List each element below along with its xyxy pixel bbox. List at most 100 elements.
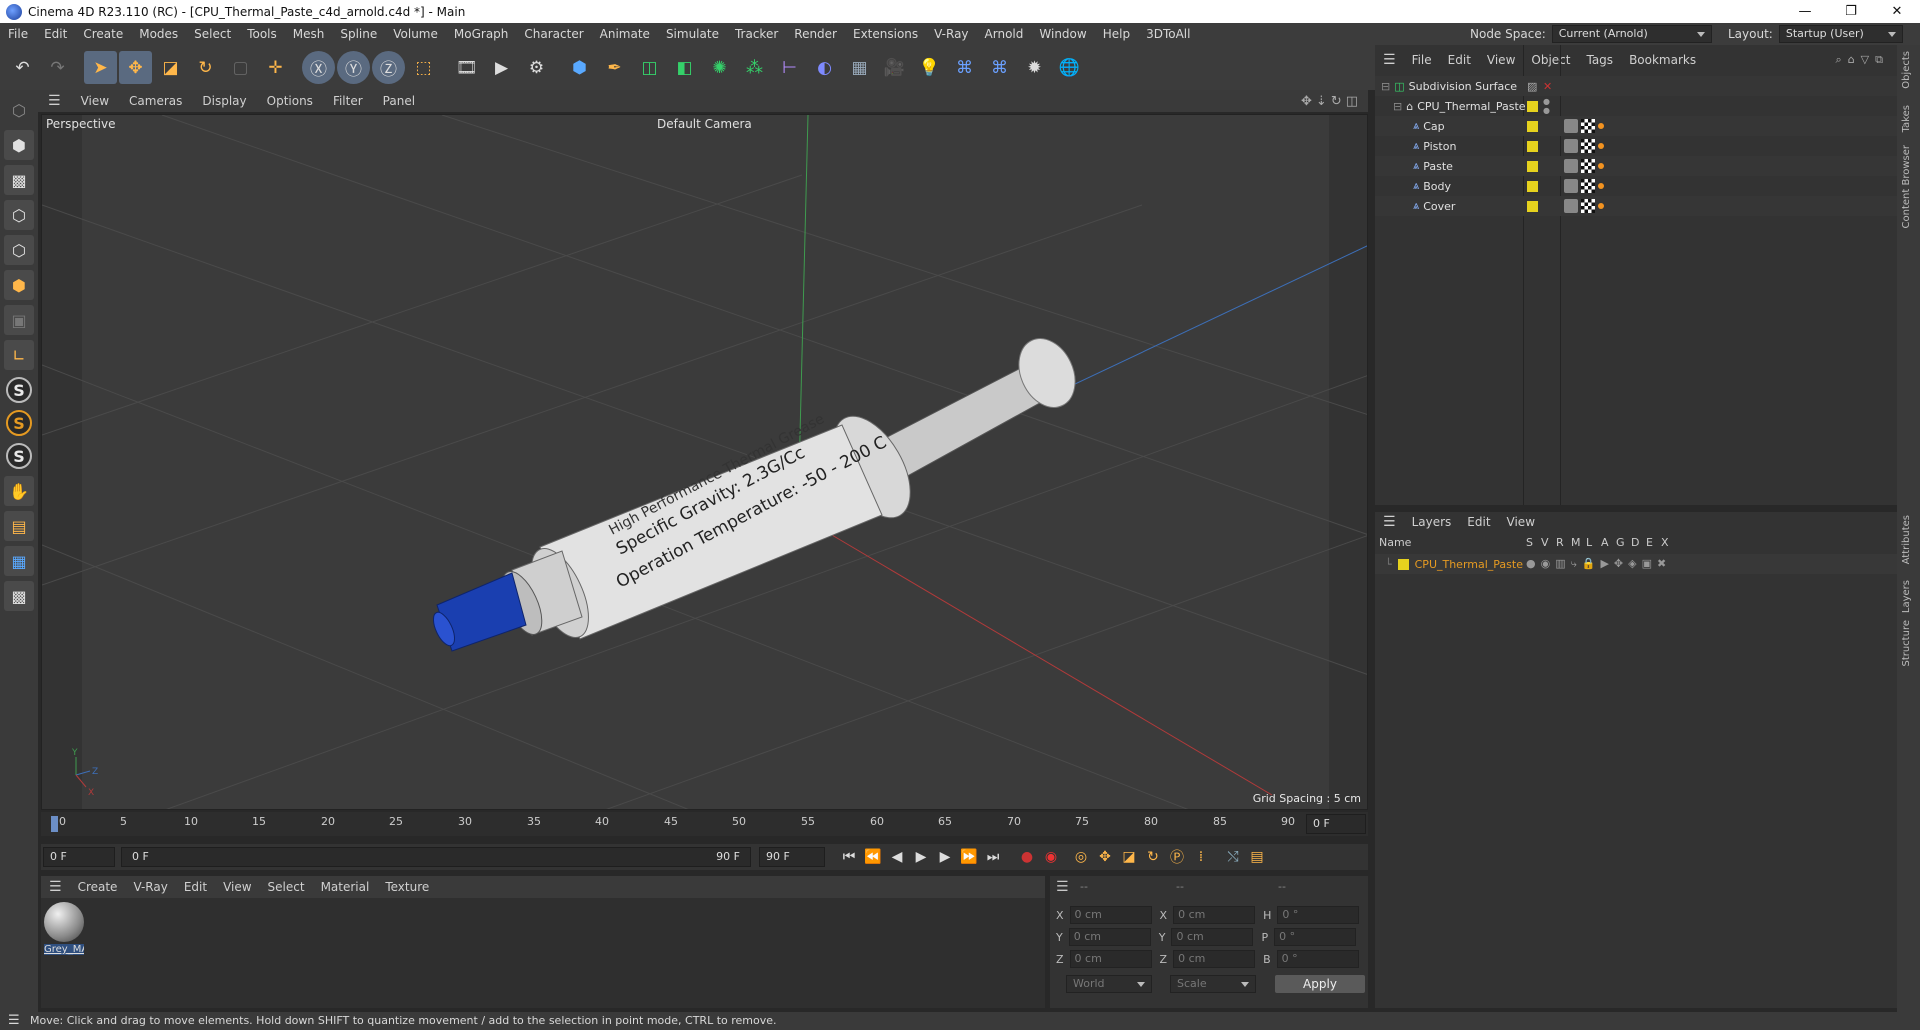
object-row[interactable]: ⊟ ⌂ CPU_Thermal_Paste ● ●	[1375, 96, 1897, 116]
layer-color-tag[interactable]	[1527, 140, 1538, 152]
layer-toggle-icons[interactable]: ●◉▥⤷🔒▶✥◈▣✖	[1526, 557, 1671, 571]
material-swatch[interactable]: Grey_MA	[44, 902, 86, 958]
key-position-icon[interactable]: ◎	[1069, 846, 1093, 868]
object-menu-view[interactable]: View	[1479, 53, 1523, 67]
tab-attributes[interactable]: Attributes	[1901, 515, 1912, 564]
menu-animate[interactable]: Animate	[592, 23, 658, 45]
polygon-mode-icon[interactable]: ⬢	[4, 270, 34, 300]
size-x-field[interactable]: 0 cm	[1173, 906, 1256, 924]
material-tags[interactable]	[1564, 179, 1604, 193]
key-param-icon[interactable]: Ⓟ	[1165, 846, 1189, 868]
viewport-menu-panel[interactable]: Panel	[373, 94, 425, 108]
layer-color-swatch[interactable]	[1397, 558, 1409, 570]
tweak-mode-icon[interactable]: ✋	[4, 476, 34, 506]
menu-tools[interactable]: Tools	[239, 23, 285, 45]
menu-3dtoall[interactable]: 3DToAll	[1138, 23, 1198, 45]
object-row[interactable]: ⩓ Piston	[1375, 136, 1897, 156]
python-script-icon[interactable]: ⌘	[948, 51, 981, 84]
layer-color-tag[interactable]	[1527, 100, 1538, 112]
hamburger-menu-icon[interactable]: ☰	[41, 879, 70, 895]
light-icon[interactable]: 💡	[913, 51, 946, 84]
material-menu-texture[interactable]: Texture	[377, 880, 437, 894]
viewport-menu-cameras[interactable]: Cameras	[119, 94, 192, 108]
hamburger-menu-icon[interactable]: ☰	[1056, 879, 1069, 895]
menu-mesh[interactable]: Mesh	[285, 23, 333, 45]
z-axis-lock-icon[interactable]: Ⓩ	[372, 51, 405, 84]
auto-keying-icon[interactable]: ◉	[1039, 846, 1063, 868]
render-view-icon[interactable]: 🎞	[450, 51, 483, 84]
menu-render[interactable]: Render	[786, 23, 845, 45]
deformer-icon[interactable]: ⊢	[773, 51, 806, 84]
object-row[interactable]: ⩓ Paste	[1375, 156, 1897, 176]
texture-mode-icon[interactable]: ▩	[4, 165, 34, 195]
layer-color-tag[interactable]	[1527, 120, 1538, 132]
material-menu-edit[interactable]: Edit	[176, 880, 215, 894]
material-menu-vray[interactable]: V-Ray	[125, 880, 175, 894]
layer-menu-view[interactable]: View	[1499, 515, 1543, 529]
menu-tracker[interactable]: Tracker	[727, 23, 786, 45]
sculpt-icon[interactable]: ▩	[4, 581, 34, 611]
3d-viewport[interactable]: High Performance Thermal Grease Specific…	[41, 114, 1368, 810]
object-row[interactable]: ⩓ Cap	[1375, 116, 1897, 136]
material-tags[interactable]	[1564, 139, 1604, 153]
material-menu-select[interactable]: Select	[260, 880, 313, 894]
snap-enable-icon[interactable]: S	[6, 377, 32, 403]
hamburger-menu-icon[interactable]: ☰	[8, 1012, 20, 1030]
position-x-field[interactable]: 0 cm	[1069, 906, 1152, 924]
key-move-icon[interactable]: ✥	[1093, 846, 1117, 868]
menu-spline[interactable]: Spline	[332, 23, 385, 45]
position-y-field[interactable]: 0 cm	[1068, 928, 1151, 946]
tab-layers[interactable]: Layers	[1901, 580, 1912, 613]
x-axis-lock-icon[interactable]: Ⓧ	[302, 51, 335, 84]
material-tags[interactable]	[1564, 159, 1604, 173]
field-icon[interactable]: ◐	[808, 51, 841, 84]
tab-takes[interactable]: Takes	[1901, 105, 1912, 132]
edit-check-icon[interactable]: ▨	[1527, 80, 1537, 93]
previous-key-icon[interactable]: ⏪	[861, 846, 885, 868]
move-tool-icon[interactable]: ✥	[119, 51, 152, 84]
coordinate-mode-dropdown[interactable]: World	[1066, 975, 1152, 993]
globe-icon[interactable]: 🌐	[1053, 51, 1086, 84]
rotation-p-field[interactable]: 0 °	[1274, 928, 1357, 946]
axis-mode-icon[interactable]: ∟	[4, 340, 34, 370]
viewport-menu-options[interactable]: Options	[257, 94, 323, 108]
object-menu-object[interactable]: Object	[1523, 53, 1578, 67]
model-mode-icon[interactable]: ⬢	[4, 130, 34, 160]
current-frame-field[interactable]: 0 F	[1306, 814, 1366, 834]
frame-range-slider[interactable]: 0 F 90 F	[121, 847, 751, 867]
minimize-button[interactable]: —	[1782, 0, 1828, 23]
hamburger-menu-icon[interactable]: ☰	[1375, 514, 1404, 530]
size-z-field[interactable]: 0 cm	[1173, 950, 1256, 968]
size-mode-dropdown[interactable]: Scale	[1170, 975, 1256, 993]
maximize-button[interactable]: ❐	[1828, 0, 1874, 23]
settings-gear-icon[interactable]: ✹	[1018, 51, 1051, 84]
cloner-icon[interactable]: ✺	[703, 51, 736, 84]
uv-mode-icon[interactable]: ▣	[4, 305, 34, 335]
node-space-dropdown[interactable]: Current (Arnold)	[1551, 25, 1712, 43]
rotation-b-field[interactable]: 0 °	[1276, 950, 1359, 968]
viewport-menu-filter[interactable]: Filter	[323, 94, 373, 108]
camera-icon[interactable]: 🎥	[878, 51, 911, 84]
render-settings-icon[interactable]: ⚙	[520, 51, 553, 84]
close-button[interactable]: ✕	[1874, 0, 1920, 23]
rotation-h-field[interactable]: 0 °	[1277, 906, 1360, 924]
viewport-menu-view[interactable]: View	[71, 94, 119, 108]
key-pla-icon[interactable]: ⁞	[1189, 846, 1213, 868]
viewport-camera-label[interactable]: Default Camera	[657, 117, 752, 131]
coordinate-system-icon[interactable]: ⬚	[407, 51, 440, 84]
menu-create[interactable]: Create	[75, 23, 131, 45]
extrude-generator-icon[interactable]: ◧	[668, 51, 701, 84]
menu-select[interactable]: Select	[186, 23, 239, 45]
object-menu-edit[interactable]: Edit	[1440, 53, 1479, 67]
hamburger-menu-icon[interactable]: ☰	[1375, 52, 1404, 68]
render-to-picture-viewer-icon[interactable]: ▶	[485, 51, 518, 84]
record-keys-icon[interactable]: ●	[1015, 846, 1039, 868]
object-menu-tags[interactable]: Tags	[1578, 53, 1621, 67]
point-mode-icon[interactable]: ⬡	[4, 200, 34, 230]
make-editable-icon[interactable]: ⬡	[4, 95, 34, 125]
object-menu-bookmarks[interactable]: Bookmarks	[1621, 53, 1704, 67]
material-tags[interactable]	[1564, 119, 1604, 133]
object-row[interactable]: ⩓ Cover	[1375, 196, 1897, 216]
tab-objects[interactable]: Objects	[1901, 51, 1912, 89]
y-axis-lock-icon[interactable]: Ⓨ	[337, 51, 370, 84]
